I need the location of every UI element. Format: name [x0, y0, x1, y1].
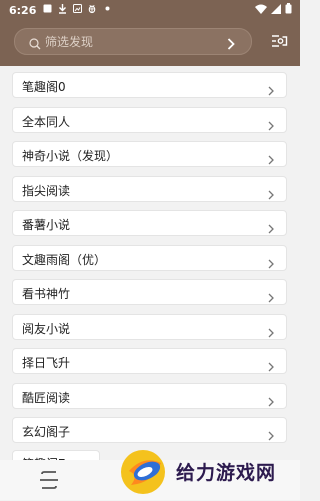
list-item[interactable]: 看书神竹 — [12, 279, 287, 305]
search-icon — [29, 35, 41, 54]
notification-icons — [42, 3, 112, 14]
chevron-right-icon — [268, 116, 274, 135]
chevron-right-icon — [268, 426, 274, 445]
list-item-label: 笔趣阁0 — [22, 80, 66, 94]
chevron-right-icon — [268, 288, 274, 307]
notification-square-icon — [42, 3, 52, 14]
chevron-right-icon — [268, 392, 274, 411]
watermark-text: 给力游戏网 — [176, 462, 277, 484]
top-bar: 6:26 — [0, 0, 300, 66]
search-input[interactable] — [43, 31, 217, 53]
list-item[interactable]: 全本同人 — [12, 106, 287, 135]
list-item-label: 阅友小说 — [22, 321, 71, 336]
list-item[interactable]: 玄幻阁子 — [12, 417, 287, 443]
list-item-label: 番薯小说 — [22, 218, 71, 232]
list-item[interactable]: 阅友小说 — [12, 313, 287, 342]
search-submit-chevron-icon[interactable] — [227, 35, 235, 54]
signal-icon — [271, 3, 281, 17]
list-item-label: 玄幻阁子 — [22, 425, 71, 439]
battery-icon — [285, 3, 292, 17]
wifi-icon — [255, 4, 267, 17]
system-icons — [255, 3, 292, 17]
filter-icon[interactable] — [271, 33, 289, 52]
download-icon — [57, 3, 67, 14]
list-item-label: 全本同人 — [22, 114, 71, 129]
chevron-right-icon — [268, 219, 274, 238]
chevron-right-icon — [268, 254, 274, 273]
list-item-label: 神奇小说（发现） — [22, 149, 119, 163]
list-item-label: 文趣雨阁（优） — [22, 252, 107, 267]
list-item-label: 择日飞升 — [22, 356, 71, 370]
status-bar: 6:26 — [0, 0, 300, 22]
chevron-right-icon — [268, 150, 274, 169]
list-item[interactable]: 笔趣阁0 — [12, 72, 287, 98]
list-item-label: 酷匠阅读 — [22, 390, 71, 405]
watermark-logo-icon — [117, 445, 169, 501]
list-item[interactable]: 神奇小说（发现） — [12, 141, 287, 167]
chevron-right-icon — [268, 185, 274, 204]
list-item[interactable]: 指尖阅读 — [12, 175, 287, 204]
source-list: 笔趣阁0 全本同人神奇小说（发现） 指尖阅读番薯小说文趣雨阁（优） 看书神竹阅友小说择… — [12, 72, 287, 452]
list-item-label: 看书神竹 — [22, 287, 71, 301]
list-item-label: 指尖阅读 — [22, 183, 71, 198]
chevron-right-icon — [268, 81, 274, 100]
chevron-right-icon — [268, 323, 274, 342]
image-icon — [72, 3, 82, 14]
list-item[interactable]: 番薯小说 — [12, 210, 287, 236]
chevron-right-icon — [268, 357, 274, 376]
list-item[interactable]: 文趣雨阁（优） — [12, 244, 287, 273]
menu-icon[interactable] — [38, 471, 60, 493]
search-box[interactable] — [14, 28, 252, 55]
list-item[interactable]: 酷匠阅读 — [12, 382, 287, 411]
status-time: 6:26 — [9, 4, 37, 17]
bug-icon — [87, 3, 97, 14]
dot-icon — [102, 3, 112, 14]
list-item[interactable]: 择日飞升 — [12, 348, 287, 374]
